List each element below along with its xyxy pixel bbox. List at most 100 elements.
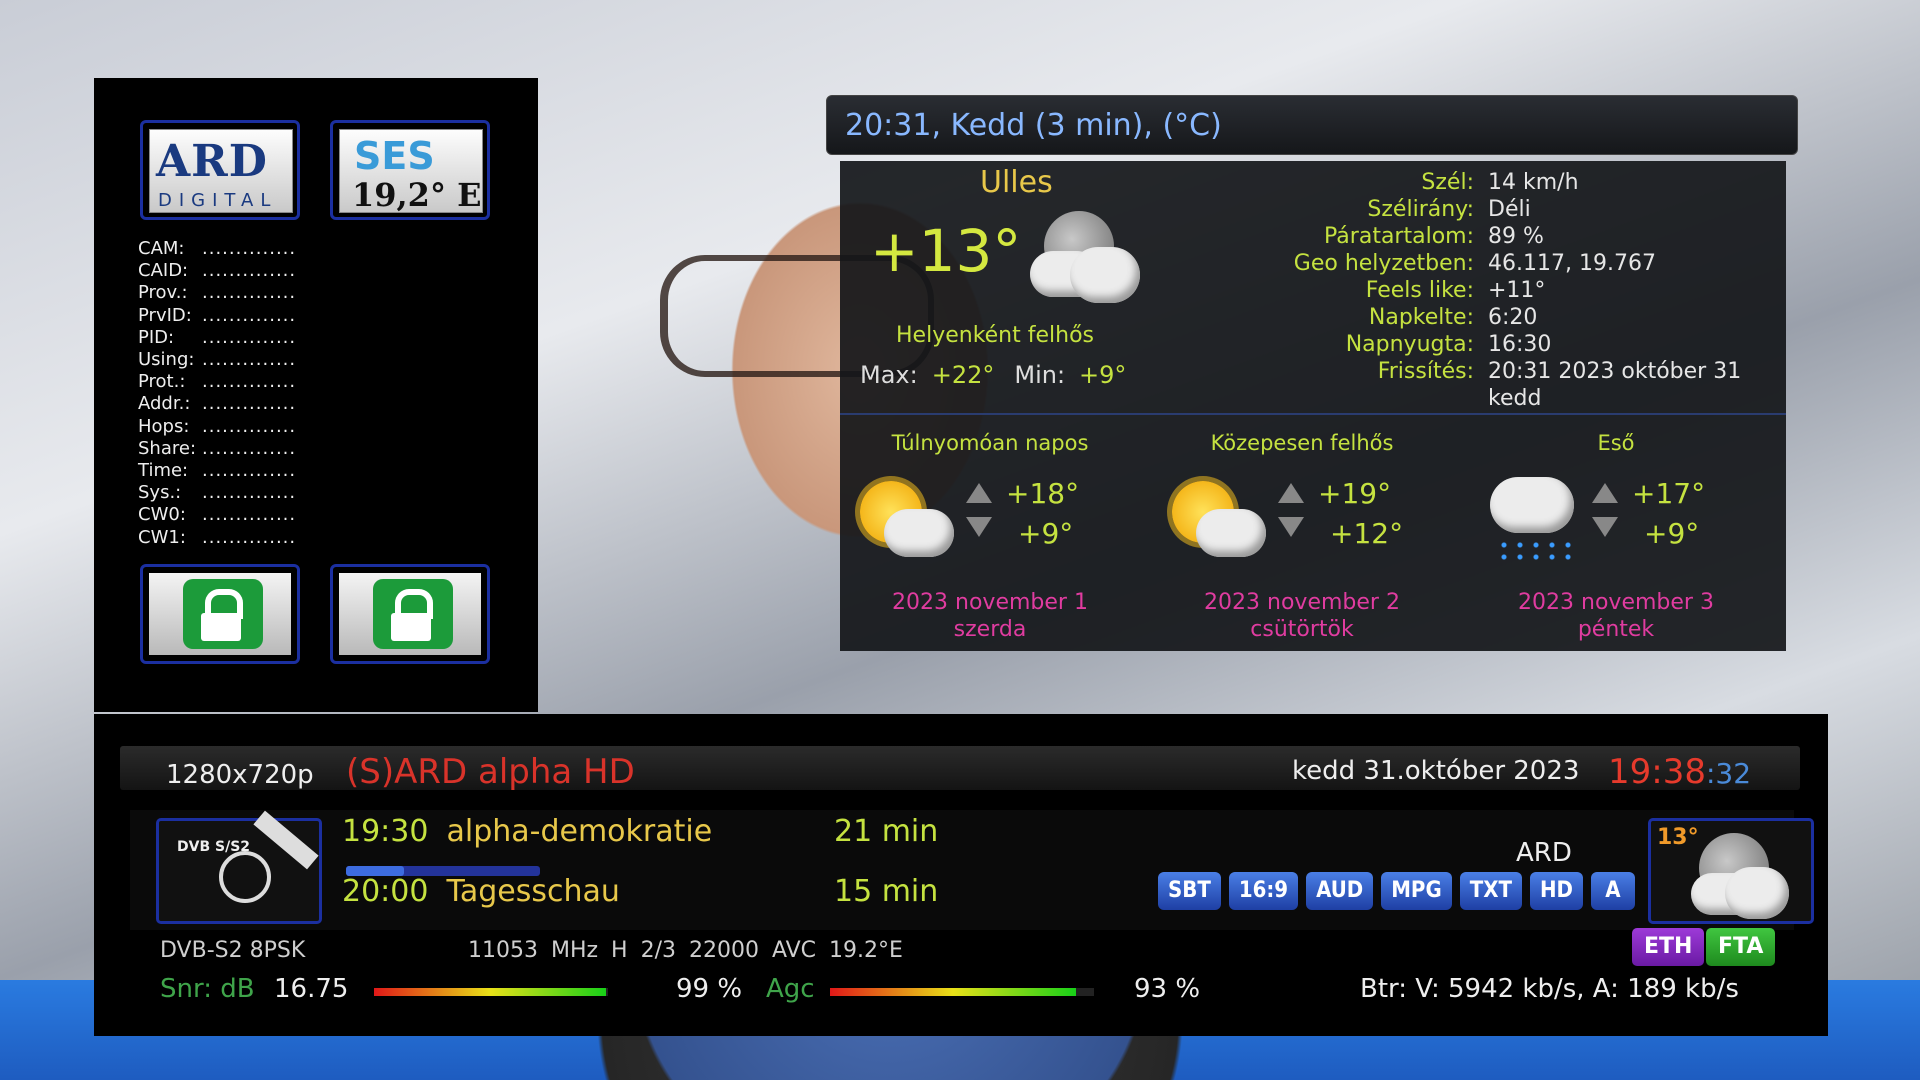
unlock-button-2[interactable] xyxy=(330,564,490,664)
forecast-desc: Túlnyomóan napos xyxy=(891,431,1089,455)
forecast-high: +17° xyxy=(1632,477,1706,510)
ecm-key: CAM: xyxy=(138,238,185,259)
unlocked-padlock-icon xyxy=(373,579,453,649)
stream-badge: HD xyxy=(1529,872,1583,910)
moon-cloud-icon xyxy=(1685,833,1795,923)
min-value: +9° xyxy=(1079,361,1127,389)
next-event-title: Tagesschau xyxy=(446,874,620,909)
ecm-value: .............. xyxy=(202,371,297,393)
weather-detail-row: Feels like: +11° xyxy=(1260,277,1768,304)
weather-current-temp: +13° xyxy=(870,217,1022,285)
weather-detail-key: Páratartalom: xyxy=(1324,224,1474,249)
weather-detail-value: kedd xyxy=(1488,386,1542,411)
ecm-value: .............. xyxy=(202,393,297,415)
tuner-type: DVB-S2 8PSK xyxy=(160,938,306,963)
arrow-up-icon xyxy=(1592,483,1618,503)
weather-detail-value: 89 % xyxy=(1488,224,1544,249)
current-date: kedd 31.október 2023 xyxy=(1292,756,1580,786)
ecm-row: Share:.............. xyxy=(138,438,296,460)
forecast-desc: Eső xyxy=(1597,431,1635,455)
snr-percent: 99 % xyxy=(676,974,743,1004)
weather-detail-row: Szél: 14 km/h xyxy=(1260,169,1768,196)
now-event-remaining: 21 min xyxy=(834,814,939,849)
weather-detail-row: kedd xyxy=(1260,385,1768,412)
eth-badge: ETH xyxy=(1632,928,1705,966)
forecast-date: 2023 november 3 péntek xyxy=(1466,589,1766,643)
sun-cloud-icon xyxy=(1166,477,1266,557)
ecm-value: .............. xyxy=(202,282,297,304)
next-event-time: 20:00 xyxy=(342,874,429,909)
moon-cloud-icon xyxy=(1030,211,1140,311)
weather-panel: 20:31, Kedd (3 min), (°C) Ulles +13° Hel… xyxy=(826,95,1798,651)
ecm-key: Sys.: xyxy=(138,482,182,504)
snr-label: Snr: dB xyxy=(160,974,255,1004)
transponder-info: 11053 MHz H 2/3 22000 AVC 19.2°E xyxy=(468,938,903,963)
ecm-row: Prot.:.............. xyxy=(138,371,296,393)
forecast-weekday: péntek xyxy=(1577,617,1655,642)
arrow-down-icon xyxy=(1592,517,1618,537)
ecm-key: PrvID: xyxy=(138,304,192,326)
weather-detail-row: Geo helyzetben: 46.117, 19.767 xyxy=(1260,250,1768,277)
weather-detail-key: Napnyugta: xyxy=(1345,332,1474,357)
ecm-row: PID:.............. xyxy=(138,327,296,349)
weather-minmax: Max: +22° Min: +9° xyxy=(860,361,1146,389)
weather-detail-value: 14 km/h xyxy=(1488,170,1579,195)
weather-details-list: Szél: 14 km/h Szélirány: Déli Páratartalom: 8… xyxy=(1260,169,1768,412)
weather-detail-key: Szél: xyxy=(1421,170,1474,195)
ecm-row: CAM:.............. xyxy=(138,238,296,260)
weather-detail-row: Napkelte: 6:20 xyxy=(1260,304,1768,331)
infobar-event-area: DVB S/S2 19:30 alpha-demokratie 21 min 20… xyxy=(130,810,1814,930)
weather-detail-value: 46.117, 19.767 xyxy=(1488,251,1656,276)
ecm-value: .............. xyxy=(202,460,297,482)
video-resolution: 1280x720p xyxy=(166,760,314,790)
agc-bar-fill xyxy=(830,988,1076,996)
weather-detail-key: Frissítés: xyxy=(1377,359,1474,384)
ecm-key: Share: xyxy=(138,437,197,459)
ecm-row: Sys.:.............. xyxy=(138,482,296,504)
satellite-dish-icon xyxy=(219,851,271,903)
sun-cloud-icon xyxy=(854,477,954,557)
ecm-value: .............. xyxy=(202,349,297,371)
hi-lo-arrows xyxy=(1592,483,1618,537)
forecast-date-text: 2023 november 1 xyxy=(892,590,1088,615)
dvb-satellite-logo: DVB S/S2 xyxy=(156,810,322,924)
weather-title-bar: 20:31, Kedd (3 min), (°C) xyxy=(826,95,1798,155)
stream-badge: AUD xyxy=(1306,872,1374,910)
arrow-up-icon xyxy=(1278,483,1304,503)
weather-detail-value: Déli xyxy=(1488,197,1531,222)
ecm-value: .............. xyxy=(202,482,297,504)
provider-name: ARD xyxy=(1516,838,1572,868)
unlock-button-1[interactable] xyxy=(140,564,300,664)
ses-satellite-logo: SES 19,2° E xyxy=(330,120,490,220)
now-event: 19:30 alpha-demokratie xyxy=(342,814,712,849)
forecast-date-text: 2023 november 2 xyxy=(1204,590,1400,615)
snr-value: 16.75 xyxy=(274,974,349,1004)
next-event: 20:00 Tagesschau xyxy=(342,874,620,909)
weather-current-desc: Helyenként felhős xyxy=(896,323,1094,348)
weather-body: Ulles +13° Helyenként felhős Max: +22° Min… xyxy=(840,161,1786,651)
hi-lo-arrows xyxy=(1278,483,1304,537)
ecm-row: Prov.:.............. xyxy=(138,282,296,304)
forecast-date: 2023 november 2 csütörtök xyxy=(1152,589,1452,643)
ard-logo-subtext: DIGITAL xyxy=(158,190,278,211)
ecm-row: Addr.:.............. xyxy=(138,393,296,415)
forecast-weekday: szerda xyxy=(953,617,1027,642)
weather-detail-key xyxy=(1260,385,1488,412)
channel-infobar: 1280x720p (S)ARD alpha HD kedd 31.októbe… xyxy=(94,714,1828,1036)
weather-detail-row: Szélirány: Déli xyxy=(1260,196,1768,223)
snr-bar xyxy=(374,988,608,996)
now-event-title: alpha-demokratie xyxy=(446,814,713,849)
ecm-row: Time:.............. xyxy=(138,460,296,482)
ecm-value: .............. xyxy=(202,304,297,326)
ecm-details-list: CAM:.............. CAID:.............. Pro… xyxy=(138,238,296,549)
time-hours-minutes: 19:38 xyxy=(1608,752,1706,792)
ecm-key: Prov.: xyxy=(138,282,188,304)
weather-detail-row: Napnyugta: 16:30 xyxy=(1260,331,1768,358)
mini-weather-box: 13° xyxy=(1648,818,1814,924)
ecm-key: Using: xyxy=(138,349,195,371)
forecast-high: +18° xyxy=(1006,477,1080,510)
min-label: Min: xyxy=(1014,361,1066,389)
ses-logo-text: SES xyxy=(354,134,435,178)
fta-badge: FTA xyxy=(1706,928,1776,966)
forecast-day: Közepesen felhős +19° +12° 2023 november 2c… xyxy=(1152,431,1452,642)
